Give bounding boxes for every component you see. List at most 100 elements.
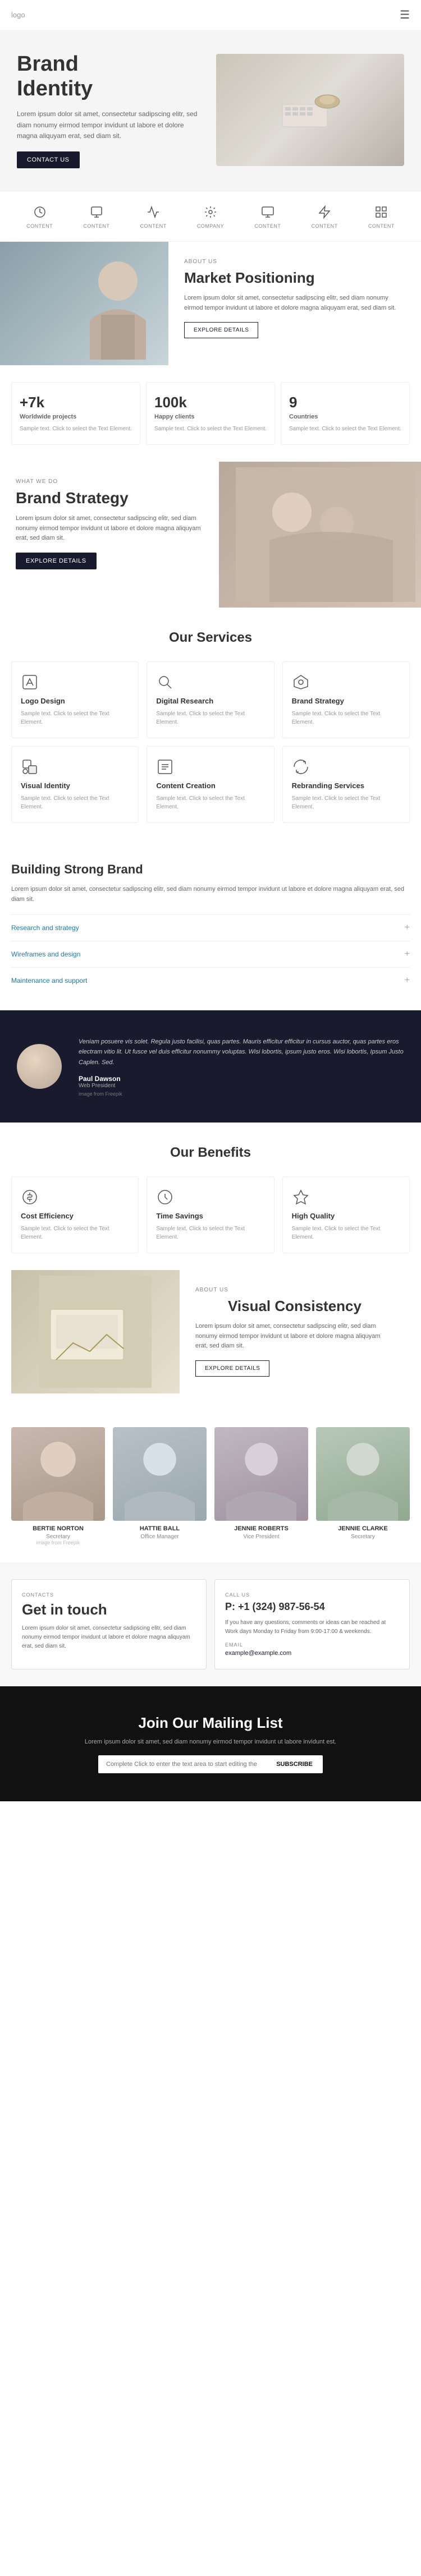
hero-image <box>216 54 404 166</box>
time-savings-icon <box>156 1188 174 1206</box>
visual-label: ABOUT US <box>195 1287 394 1293</box>
icons-row: CONTENT CONTENT CONTENT COMPANY CONTENT … <box>0 191 421 242</box>
nav-menu-icon[interactable]: ☰ <box>400 8 410 22</box>
icon-label-2: CONTENT <box>83 223 109 229</box>
service-card-0: Logo Design Sample text. Click to select… <box>11 661 139 738</box>
building-title: Building Strong Brand <box>11 862 410 877</box>
contact-text: Lorem ipsum dolor sit amet, consectetur … <box>22 1624 196 1651</box>
team-role-2: Vice President <box>214 1534 308 1540</box>
visual-explore-button[interactable]: EXPLORE DETAILS <box>195 1360 269 1377</box>
hero-section: Brand Identity Lorem ipsum dolor sit ame… <box>0 30 421 191</box>
visual-section: ABOUT US Visual Consistency Lorem ipsum … <box>11 1270 410 1393</box>
wwd-explore-button[interactable]: EXPLORE DETAILS <box>16 553 97 569</box>
about-explore-button[interactable]: EXPLORE DETAILS <box>184 322 258 338</box>
services-grid: Logo Design Sample text. Click to select… <box>11 661 410 823</box>
about-label: ABOUT US <box>184 259 405 265</box>
brand-strategy-icon <box>292 673 310 691</box>
about-decorative <box>73 247 163 360</box>
contact-section: CONTACTS Get in touch Lorem ipsum dolor … <box>0 1562 421 1686</box>
icon-item-4: COMPANY <box>197 204 224 229</box>
stat-label-1: Happy clients <box>154 413 267 420</box>
mailing-input-row: SUBSCRIBE <box>98 1755 323 1773</box>
logo-design-icon <box>21 673 39 691</box>
team-photo-2 <box>214 1427 308 1521</box>
icon-shape-7 <box>373 204 390 220</box>
testimonial-role: Web President <box>79 1083 404 1089</box>
team-role-1: Office Manager <box>113 1534 207 1540</box>
mailing-subscribe-button[interactable]: SUBSCRIBE <box>266 1755 323 1773</box>
team-card-1: HATTIE BALL Office Manager <box>113 1427 207 1545</box>
benefit-card-0: Cost Efficiency Sample text. Click to se… <box>11 1176 139 1253</box>
stat-text-1: Sample text. Click to select the Text El… <box>154 425 267 433</box>
rebranding-services-icon <box>292 758 310 776</box>
benefit-card-1: Time Savings Sample text. Click to selec… <box>147 1176 274 1253</box>
icon-item-6: CONTENT <box>312 204 338 229</box>
visual-description: Lorem ipsum dolor sit amet, consectetur … <box>195 1322 394 1351</box>
contact-title: Get in touch <box>22 1601 196 1618</box>
accordion-item-0[interactable]: Research and strategy + <box>11 914 410 941</box>
high-quality-icon <box>292 1188 310 1206</box>
call-text: If you have any questions, comments or i… <box>225 1618 399 1636</box>
accordion-icon-2: + <box>405 976 410 986</box>
service-card-1: Digital Research Sample text. Click to s… <box>147 661 274 738</box>
team-section: BERTIE NORTON Secretary image from Freep… <box>0 1416 421 1562</box>
service-card-2: Brand Strategy Sample text. Click to sel… <box>282 661 410 738</box>
accordion-title-0: Research and strategy <box>11 924 79 932</box>
stat-number-2: 9 <box>289 394 401 411</box>
icon-label-5: CONTENT <box>254 223 281 229</box>
benefits-section: Our Benefits Cost Efficiency Sample text… <box>0 1123 421 1416</box>
stat-card-0: +7k Worldwide projects Sample text. Clic… <box>11 382 140 445</box>
benefit-card-2: High Quality Sample text. Click to selec… <box>282 1176 410 1253</box>
benefits-grid: Cost Efficiency Sample text. Click to se… <box>11 1176 410 1253</box>
accordion-title-1: Wireframes and design <box>11 950 80 958</box>
hero-decorative-image <box>277 88 344 132</box>
about-section: ABOUT US Market Positioning Lorem ipsum … <box>0 242 421 365</box>
testimonial-source: image from Freepik <box>79 1091 404 1097</box>
service-title-3: Visual Identity <box>21 781 129 790</box>
accordion-icon-1: + <box>405 949 410 959</box>
service-title-0: Logo Design <box>21 697 129 705</box>
mailing-email-input[interactable] <box>98 1755 266 1773</box>
accordion-item-2[interactable]: Maintenance and support + <box>11 967 410 993</box>
service-card-3: Visual Identity Sample text. Click to se… <box>11 746 139 823</box>
stat-text-2: Sample text. Click to select the Text El… <box>289 425 401 433</box>
visual-content: ABOUT US Visual Consistency Lorem ipsum … <box>180 1270 410 1393</box>
about-title: Market Positioning <box>184 269 405 287</box>
team-name-2: JENNIE ROBERTS <box>214 1525 308 1532</box>
mailing-section: Join Our Mailing List Lorem ipsum dolor … <box>0 1686 421 1801</box>
services-section: Our Services Logo Design Sample text. Cl… <box>0 608 421 845</box>
call-box: CALL US P: +1 (324) 987-56-54 If you hav… <box>214 1579 410 1669</box>
stat-text-0: Sample text. Click to select the Text El… <box>20 425 132 433</box>
contacts-label: CONTACTS <box>22 1592 196 1598</box>
wwd-description: Lorem ipsum dolor sit amet, consectetur … <box>16 514 203 544</box>
stat-card-1: 100k Happy clients Sample text. Click to… <box>146 382 275 445</box>
icon-item-5: CONTENT <box>254 204 281 229</box>
accordion-item-1[interactable]: Wireframes and design + <box>11 941 410 967</box>
navbar: logo ☰ <box>0 0 421 30</box>
mailing-description: Lorem ipsum dolor sit amet, sed diam non… <box>17 1738 404 1745</box>
visual-decorative <box>39 1276 152 1388</box>
what-we-do-section: WHAT WE DO Brand Strategy Lorem ipsum do… <box>0 462 421 608</box>
service-title-4: Content Creation <box>156 781 264 790</box>
wwd-content: WHAT WE DO Brand Strategy Lorem ipsum do… <box>0 462 219 608</box>
service-card-4: Content Creation Sample text. Click to s… <box>147 746 274 823</box>
benefit-text-1: Sample text. Click to select the Text El… <box>156 1225 264 1241</box>
team-card-0: BERTIE NORTON Secretary image from Freep… <box>11 1427 105 1545</box>
benefit-title-1: Time Savings <box>156 1212 264 1220</box>
building-description: Lorem ipsum dolor sit amet, consectetur … <box>11 885 410 904</box>
team-grid: BERTIE NORTON Secretary image from Freep… <box>11 1427 410 1545</box>
service-title-1: Digital Research <box>156 697 264 705</box>
team-role-3: Secretary <box>316 1534 410 1540</box>
accordion: Research and strategy + Wireframes and d… <box>11 914 410 993</box>
icon-shape-3 <box>145 204 162 220</box>
stat-number-1: 100k <box>154 394 267 411</box>
team-name-0: BERTIE NORTON <box>11 1525 105 1532</box>
hero-contact-button[interactable]: CONTACT US <box>17 151 80 168</box>
about-content: ABOUT US Market Positioning Lorem ipsum … <box>168 242 421 365</box>
team-card-2: JENNIE ROBERTS Vice President <box>214 1427 308 1545</box>
icon-shape-2 <box>88 204 105 220</box>
wwd-title: Brand Strategy <box>16 489 203 507</box>
stats-section: +7k Worldwide projects Sample text. Clic… <box>0 365 421 462</box>
team-name-1: HATTIE BALL <box>113 1525 207 1532</box>
call-label: CALL US <box>225 1592 399 1598</box>
